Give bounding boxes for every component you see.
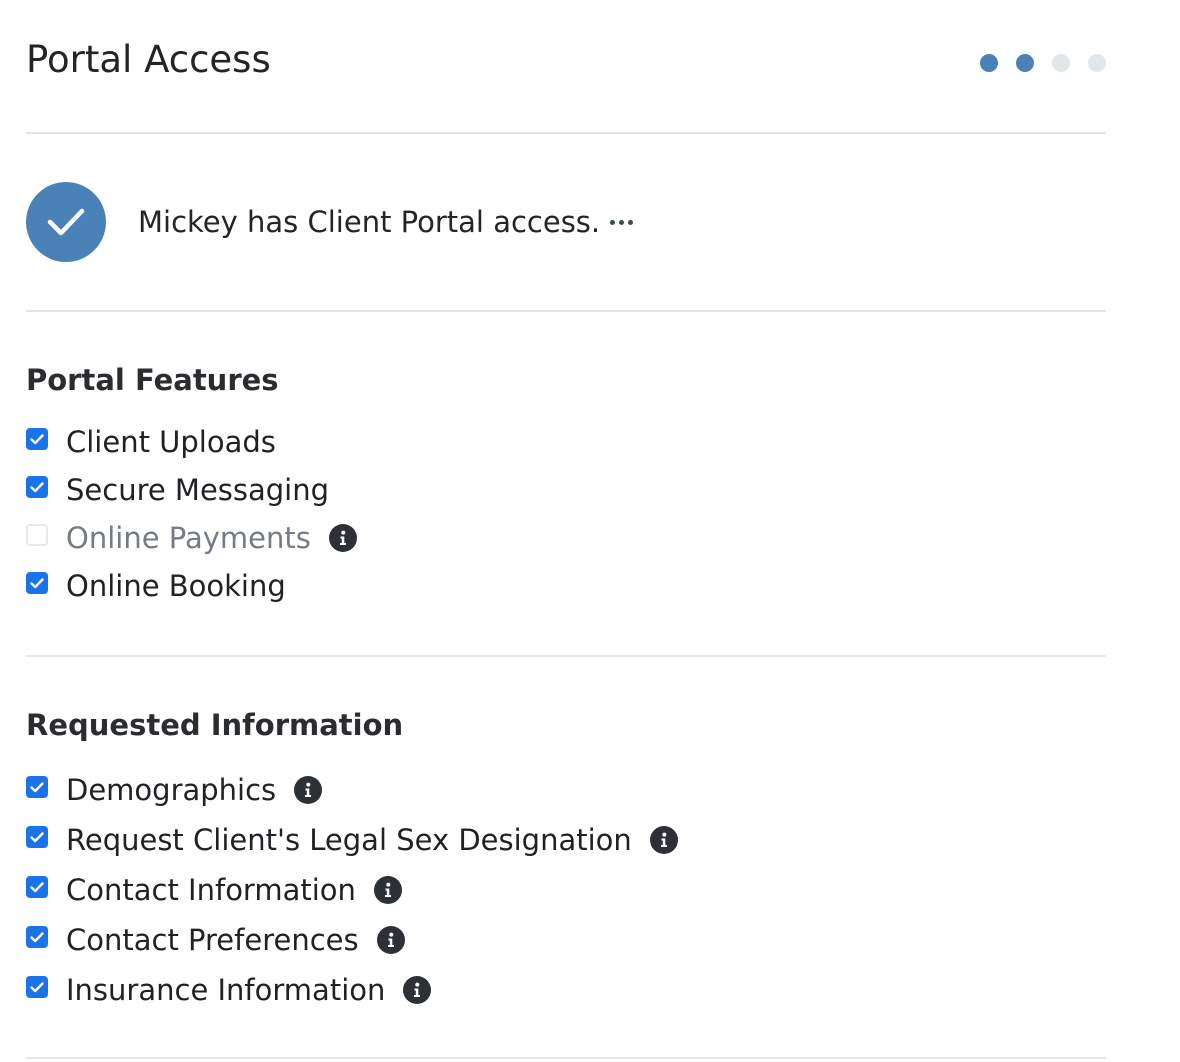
- feature-client-uploads[interactable]: Client Uploads: [26, 418, 357, 466]
- step-dot-4: [1088, 54, 1106, 72]
- checkbox-checked[interactable]: [26, 926, 48, 948]
- checkbox-checked[interactable]: [26, 572, 48, 594]
- check-icon: [26, 182, 106, 262]
- portal-features-list: Client Uploads Secure Messaging Online P…: [26, 418, 357, 610]
- step-dot-2: [1016, 54, 1034, 72]
- feature-online-booking[interactable]: Online Booking: [26, 562, 357, 610]
- request-label: Request Client's Legal Sex Designation: [66, 823, 632, 857]
- feature-label: Client Uploads: [66, 425, 276, 459]
- section-title: Portal Features: [26, 363, 279, 397]
- section-title: Requested Information: [26, 708, 404, 742]
- requested-information-list: Demographics Request Client's Legal Sex …: [26, 765, 678, 1015]
- more-options-button[interactable]: [608, 218, 635, 227]
- requested-information-section: Requested Information Demographics Reque…: [26, 657, 1106, 1057]
- request-contact-information[interactable]: Contact Information: [26, 865, 678, 915]
- info-icon[interactable]: [373, 876, 402, 904]
- feature-label: Secure Messaging: [66, 473, 330, 507]
- page-title: Portal Access: [26, 38, 271, 81]
- step-dot-1: [980, 54, 998, 72]
- step-indicator: [980, 54, 1106, 72]
- request-label: Contact Information: [66, 873, 356, 907]
- info-icon[interactable]: [403, 976, 432, 1004]
- request-contact-preferences[interactable]: Contact Preferences: [26, 915, 678, 965]
- portal-access-panel: Portal Access Mickey has Client Portal a…: [26, 0, 1106, 1059]
- checkbox-checked[interactable]: [26, 428, 48, 450]
- checkbox-unchecked-disabled: [26, 524, 48, 546]
- divider: [26, 1057, 1106, 1059]
- feature-label: Online Booking: [66, 569, 286, 603]
- request-legal-sex-designation[interactable]: Request Client's Legal Sex Designation: [26, 815, 678, 865]
- checkbox-checked[interactable]: [26, 826, 48, 848]
- request-insurance-information[interactable]: Insurance Information: [26, 965, 678, 1015]
- ellipsis-icon: [610, 220, 615, 225]
- info-icon[interactable]: [328, 524, 357, 552]
- request-label: Demographics: [66, 773, 277, 807]
- checkbox-checked[interactable]: [26, 976, 48, 998]
- portal-access-status: Mickey has Client Portal access.: [26, 134, 1106, 310]
- info-icon[interactable]: [294, 776, 323, 804]
- request-demographics[interactable]: Demographics: [26, 765, 678, 815]
- checkbox-checked[interactable]: [26, 476, 48, 498]
- checkbox-checked[interactable]: [26, 776, 48, 798]
- info-icon[interactable]: [376, 926, 405, 954]
- info-icon[interactable]: [649, 826, 678, 854]
- step-dot-3: [1052, 54, 1070, 72]
- feature-label: Online Payments: [66, 521, 311, 555]
- request-label: Insurance Information: [66, 973, 386, 1007]
- feature-secure-messaging[interactable]: Secure Messaging: [26, 466, 357, 514]
- portal-features-section: Portal Features Client Uploads Secure Me…: [26, 312, 1106, 655]
- panel-header: Portal Access: [26, 0, 1106, 132]
- access-status-text: Mickey has Client Portal access.: [138, 205, 601, 239]
- feature-online-payments: Online Payments: [26, 514, 357, 562]
- checkbox-checked[interactable]: [26, 876, 48, 898]
- request-label: Contact Preferences: [66, 923, 359, 957]
